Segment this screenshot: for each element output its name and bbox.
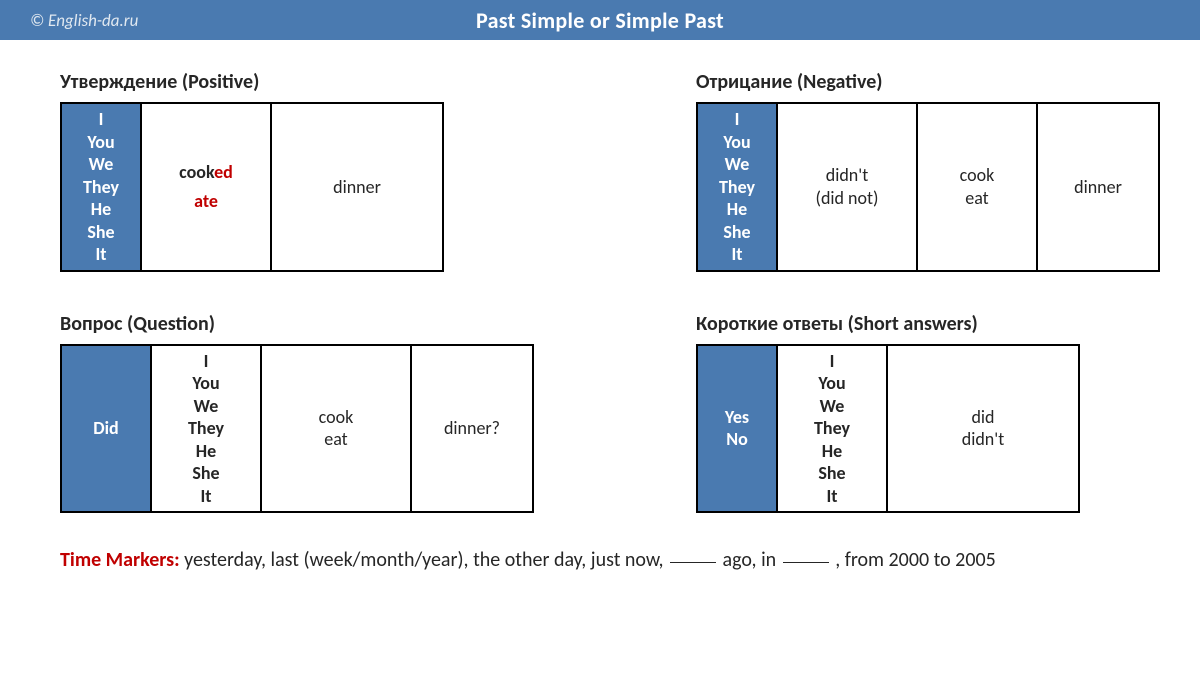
negative-title: Отрицание (Negative) [696, 70, 1160, 94]
pron-he: He [91, 198, 111, 221]
pron-he: He [822, 440, 842, 463]
short-yes: Yes [725, 406, 749, 429]
short-didnt: didn't [962, 428, 1005, 451]
content: Утверждение (Positive) I You We They He … [0, 40, 1200, 548]
pron-you: You [192, 372, 219, 395]
question-verb2: eat [324, 428, 347, 451]
row-1: Утверждение (Positive) I You We They He … [60, 70, 1160, 272]
spacer [594, 312, 636, 514]
positive-verb-cell: cooked ate [142, 104, 272, 270]
pron-she: She [818, 462, 845, 485]
pron-she: She [192, 462, 219, 485]
negative-pronouns: I You We They He She It [698, 104, 778, 270]
negative-obj: dinner [1074, 176, 1122, 199]
pron-it: It [200, 485, 211, 508]
negative-verb1: cook [960, 164, 995, 187]
pron-they: They [719, 176, 755, 199]
pron-they: They [814, 417, 850, 440]
pron-i: I [204, 350, 209, 373]
pron-they: They [188, 417, 224, 440]
pron-they: They [83, 176, 119, 199]
block-short: Короткие ответы (Short answers) Yes No I… [696, 312, 1080, 514]
pron-it: It [731, 243, 742, 266]
pron-he: He [727, 198, 747, 221]
short-no: No [726, 428, 748, 451]
spacer [504, 70, 636, 272]
pron-i: I [830, 350, 835, 373]
time-label: Time Markers: [60, 548, 180, 572]
question-verb-cell: cook eat [262, 346, 412, 512]
question-aux: Did [93, 417, 118, 440]
short-title: Короткие ответы (Short answers) [696, 312, 1080, 336]
negative-aux1: didn't [826, 164, 869, 187]
question-obj: dinner? [444, 417, 500, 440]
pron-it: It [95, 243, 106, 266]
question-pronouns: I You We They He She It [152, 346, 262, 512]
pron-he: He [196, 440, 216, 463]
time-p2: ago, in [723, 548, 777, 572]
pron-we: We [89, 153, 114, 176]
blank-2 [783, 562, 829, 563]
question-table: Did I You We They He She It cook eat din… [60, 344, 534, 514]
verb1-base: cook [179, 161, 214, 183]
pron-we: We [725, 153, 750, 176]
pron-you: You [818, 372, 845, 395]
negative-table: I You We They He She It didn't (did not)… [696, 102, 1160, 272]
pron-i: I [735, 108, 740, 131]
question-aux-cell: Did [62, 346, 152, 512]
negative-aux2: (did not) [815, 187, 878, 210]
negative-verb2: eat [965, 187, 988, 210]
time-p1: yesterday, last (week/month/year), the o… [184, 548, 663, 572]
positive-table: I You We They He She It cooked ate dinne… [60, 102, 444, 272]
positive-title: Утверждение (Positive) [60, 70, 444, 94]
positive-verb1: cooked [179, 161, 233, 184]
site-credit: © English-da.ru [30, 10, 138, 31]
negative-obj-cell: dinner [1038, 104, 1158, 270]
question-obj-cell: dinner? [412, 346, 532, 512]
time-markers: Time Markers: yesterday, last (week/mont… [0, 548, 1200, 572]
short-did: did [971, 406, 994, 429]
negative-aux-cell: didn't (did not) [778, 104, 918, 270]
pron-you: You [87, 131, 114, 154]
verb1-suffix: ed [214, 161, 233, 183]
block-negative: Отрицание (Negative) I You We They He Sh… [696, 70, 1160, 272]
block-question: Вопрос (Question) Did I You We They He S… [60, 312, 534, 514]
short-yesno-cell: Yes No [698, 346, 778, 512]
pron-we: We [194, 395, 219, 418]
header-bar: © English-da.ru Past Simple or Simple Pa… [0, 0, 1200, 40]
page-title: Past Simple or Simple Past [20, 7, 1180, 34]
positive-obj-cell: dinner [272, 104, 442, 270]
short-pronouns: I You We They He She It [778, 346, 888, 512]
time-p3: , from 2000 to 2005 [835, 548, 996, 572]
pron-she: She [87, 221, 114, 244]
positive-obj: dinner [333, 176, 381, 199]
pron-you: You [723, 131, 750, 154]
blank-1 [670, 562, 716, 563]
block-positive: Утверждение (Positive) I You We They He … [60, 70, 444, 272]
short-table: Yes No I You We They He She It did didn'… [696, 344, 1080, 514]
pron-she: She [723, 221, 750, 244]
pron-i: I [99, 108, 104, 131]
positive-pronouns: I You We They He She It [62, 104, 142, 270]
question-verb1: cook [319, 406, 354, 429]
positive-verb2: ate [194, 190, 218, 213]
question-title: Вопрос (Question) [60, 312, 534, 336]
pron-it: It [826, 485, 837, 508]
short-did-cell: did didn't [888, 346, 1078, 512]
pron-we: We [820, 395, 845, 418]
negative-verb-cell: cook eat [918, 104, 1038, 270]
row-2: Вопрос (Question) Did I You We They He S… [60, 312, 1160, 514]
